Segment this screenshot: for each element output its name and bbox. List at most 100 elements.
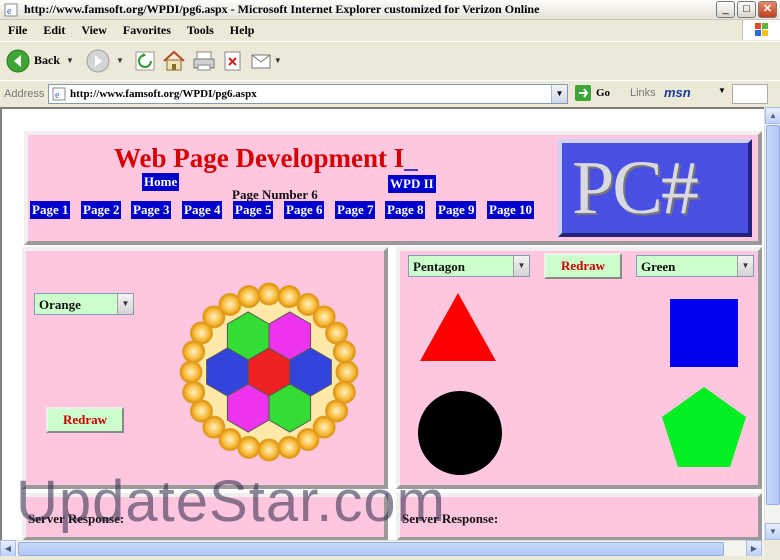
print-button[interactable] bbox=[192, 50, 216, 72]
go-arrow-icon bbox=[575, 85, 591, 101]
left-server-response: Server Response: bbox=[22, 493, 388, 540]
web-page: Web Page Development I_ Home Page Number… bbox=[10, 121, 762, 540]
windows-flag-icon bbox=[742, 20, 780, 40]
nav-page-6[interactable]: Page 6 bbox=[284, 201, 325, 219]
standard-toolbar: Back ▼ ▼ ▼ bbox=[0, 41, 780, 79]
ring-ball bbox=[257, 438, 281, 462]
page-icon: e bbox=[52, 87, 66, 101]
green-pentagon bbox=[662, 387, 746, 467]
msn-dropdown-icon[interactable]: ▼ bbox=[718, 86, 726, 95]
nav-page-5[interactable]: Page 5 bbox=[233, 201, 274, 219]
back-arrow-icon bbox=[6, 49, 30, 72]
forward-dropdown-icon[interactable]: ▼ bbox=[116, 56, 124, 65]
vertical-scrollbar[interactable]: ▲ ▼ bbox=[764, 107, 780, 540]
menu-view[interactable]: View bbox=[73, 23, 115, 38]
server-response-label: Server Response: bbox=[28, 511, 125, 526]
left-redraw-button[interactable]: Redraw bbox=[46, 407, 124, 433]
toolbar-search-box[interactable] bbox=[732, 84, 768, 104]
mail-icon bbox=[251, 54, 271, 68]
nav-page-10[interactable]: Page 10 bbox=[487, 201, 534, 219]
mail-dropdown-icon[interactable]: ▼ bbox=[274, 56, 282, 65]
document-x-icon bbox=[224, 51, 241, 70]
msn-logo[interactable]: msn bbox=[664, 85, 691, 100]
minimize-button[interactable]: _ bbox=[716, 1, 735, 18]
pc-sharp-logo: PC# bbox=[558, 139, 752, 237]
scroll-left-icon[interactable]: ◀ bbox=[0, 540, 16, 557]
links-label[interactable]: Links bbox=[630, 87, 656, 99]
nav-page-3[interactable]: Page 3 bbox=[131, 201, 172, 219]
shape-select[interactable]: Pentagon ▼ bbox=[408, 255, 530, 277]
right-server-response: Server Response: bbox=[396, 493, 762, 540]
hex-color-select[interactable]: Orange ▼ bbox=[34, 293, 134, 315]
menu-help[interactable]: Help bbox=[222, 23, 263, 38]
chevron-down-icon[interactable]: ▼ bbox=[513, 256, 529, 276]
hexagon-panel: Orange ▼ Redraw bbox=[22, 247, 388, 489]
maximize-button[interactable]: □ bbox=[737, 1, 756, 18]
page-viewport: Web Page Development I_ Home Page Number… bbox=[0, 107, 764, 540]
menu-bar: File Edit View Favorites Tools Help bbox=[0, 20, 780, 40]
nav-page-7[interactable]: Page 7 bbox=[335, 201, 376, 219]
shapes-canvas bbox=[418, 293, 746, 475]
status-bar bbox=[0, 556, 780, 560]
nav-page-8[interactable]: Page 8 bbox=[385, 201, 426, 219]
refresh-icon bbox=[135, 51, 155, 70]
edit-button[interactable] bbox=[222, 50, 244, 72]
address-label: Address bbox=[4, 87, 45, 100]
nav-page-2[interactable]: Page 2 bbox=[81, 201, 122, 219]
menu-favorites[interactable]: Favorites bbox=[115, 23, 179, 38]
svg-text:e: e bbox=[55, 90, 60, 101]
horizontal-scroll-thumb[interactable] bbox=[18, 542, 724, 556]
ring-ball bbox=[257, 282, 281, 306]
right-redraw-button[interactable]: Redraw bbox=[544, 253, 622, 279]
home-icon bbox=[163, 50, 185, 70]
logo-text: PC# bbox=[572, 146, 699, 230]
red-triangle bbox=[420, 293, 496, 361]
nav-page-9[interactable]: Page 9 bbox=[436, 201, 477, 219]
go-button[interactable]: Go bbox=[574, 84, 610, 102]
chevron-down-icon[interactable]: ▼ bbox=[117, 294, 133, 314]
scroll-right-icon[interactable]: ▶ bbox=[746, 540, 762, 557]
shape-color-value: Green bbox=[641, 259, 676, 274]
shape-color-select[interactable]: Green ▼ bbox=[636, 255, 754, 277]
menu-edit[interactable]: Edit bbox=[35, 23, 73, 38]
nav-page-4[interactable]: Page 4 bbox=[182, 201, 223, 219]
blue-square bbox=[670, 299, 738, 367]
scroll-up-icon[interactable]: ▲ bbox=[765, 107, 780, 124]
browser-window: e http://www.famsoft.org/WPDI/pg6.aspx -… bbox=[0, 0, 780, 560]
address-dropdown-icon[interactable]: ▼ bbox=[551, 85, 567, 103]
back-label: Back bbox=[34, 53, 61, 67]
ring-ball bbox=[182, 380, 206, 404]
page-title: Web Page Development I_ bbox=[114, 143, 418, 173]
title-caret: _ bbox=[404, 143, 418, 173]
chevron-down-icon[interactable]: ▼ bbox=[737, 256, 753, 276]
title-bar: e http://www.famsoft.org/WPDI/pg6.aspx -… bbox=[0, 0, 780, 20]
ring-ball bbox=[335, 360, 359, 384]
window-title: http://www.famsoft.org/WPDI/pg6.aspx - M… bbox=[24, 2, 540, 16]
scroll-down-icon[interactable]: ▼ bbox=[765, 523, 780, 540]
home-button[interactable] bbox=[162, 50, 186, 72]
home-link[interactable]: Home bbox=[142, 173, 180, 191]
menu-file[interactable]: File bbox=[0, 23, 35, 38]
address-input[interactable]: e http://www.famsoft.org/WPDI/pg6.aspx ▼ bbox=[48, 84, 568, 104]
ring-ball bbox=[277, 435, 301, 459]
wpd-ii-link[interactable]: WPD II bbox=[388, 175, 436, 193]
back-button[interactable]: Back ▼ bbox=[6, 49, 74, 73]
go-label: Go bbox=[596, 87, 611, 99]
ie-icon: e bbox=[4, 3, 18, 17]
address-bar: Address e http://www.famsoft.org/WPDI/pg… bbox=[0, 80, 780, 106]
back-dropdown-icon[interactable]: ▼ bbox=[66, 56, 74, 65]
refresh-button[interactable] bbox=[134, 50, 156, 72]
ring-ball bbox=[179, 360, 203, 384]
svg-text:e: e bbox=[7, 6, 12, 17]
forward-button[interactable]: ▼ bbox=[86, 49, 124, 73]
hex-color-value: Orange bbox=[39, 297, 81, 312]
header-panel: Web Page Development I_ Home Page Number… bbox=[24, 131, 762, 245]
close-button[interactable]: ✕ bbox=[758, 1, 777, 18]
server-response-label: Server Response: bbox=[402, 511, 499, 526]
nav-page-1[interactable]: Page 1 bbox=[30, 201, 71, 219]
mail-button[interactable]: ▼ bbox=[250, 50, 282, 72]
vertical-scroll-thumb[interactable] bbox=[766, 125, 780, 505]
hexagon-flower-drawing bbox=[179, 282, 359, 462]
horizontal-scrollbar[interactable]: ◀ ▶ bbox=[0, 540, 764, 557]
menu-tools[interactable]: Tools bbox=[179, 23, 222, 38]
